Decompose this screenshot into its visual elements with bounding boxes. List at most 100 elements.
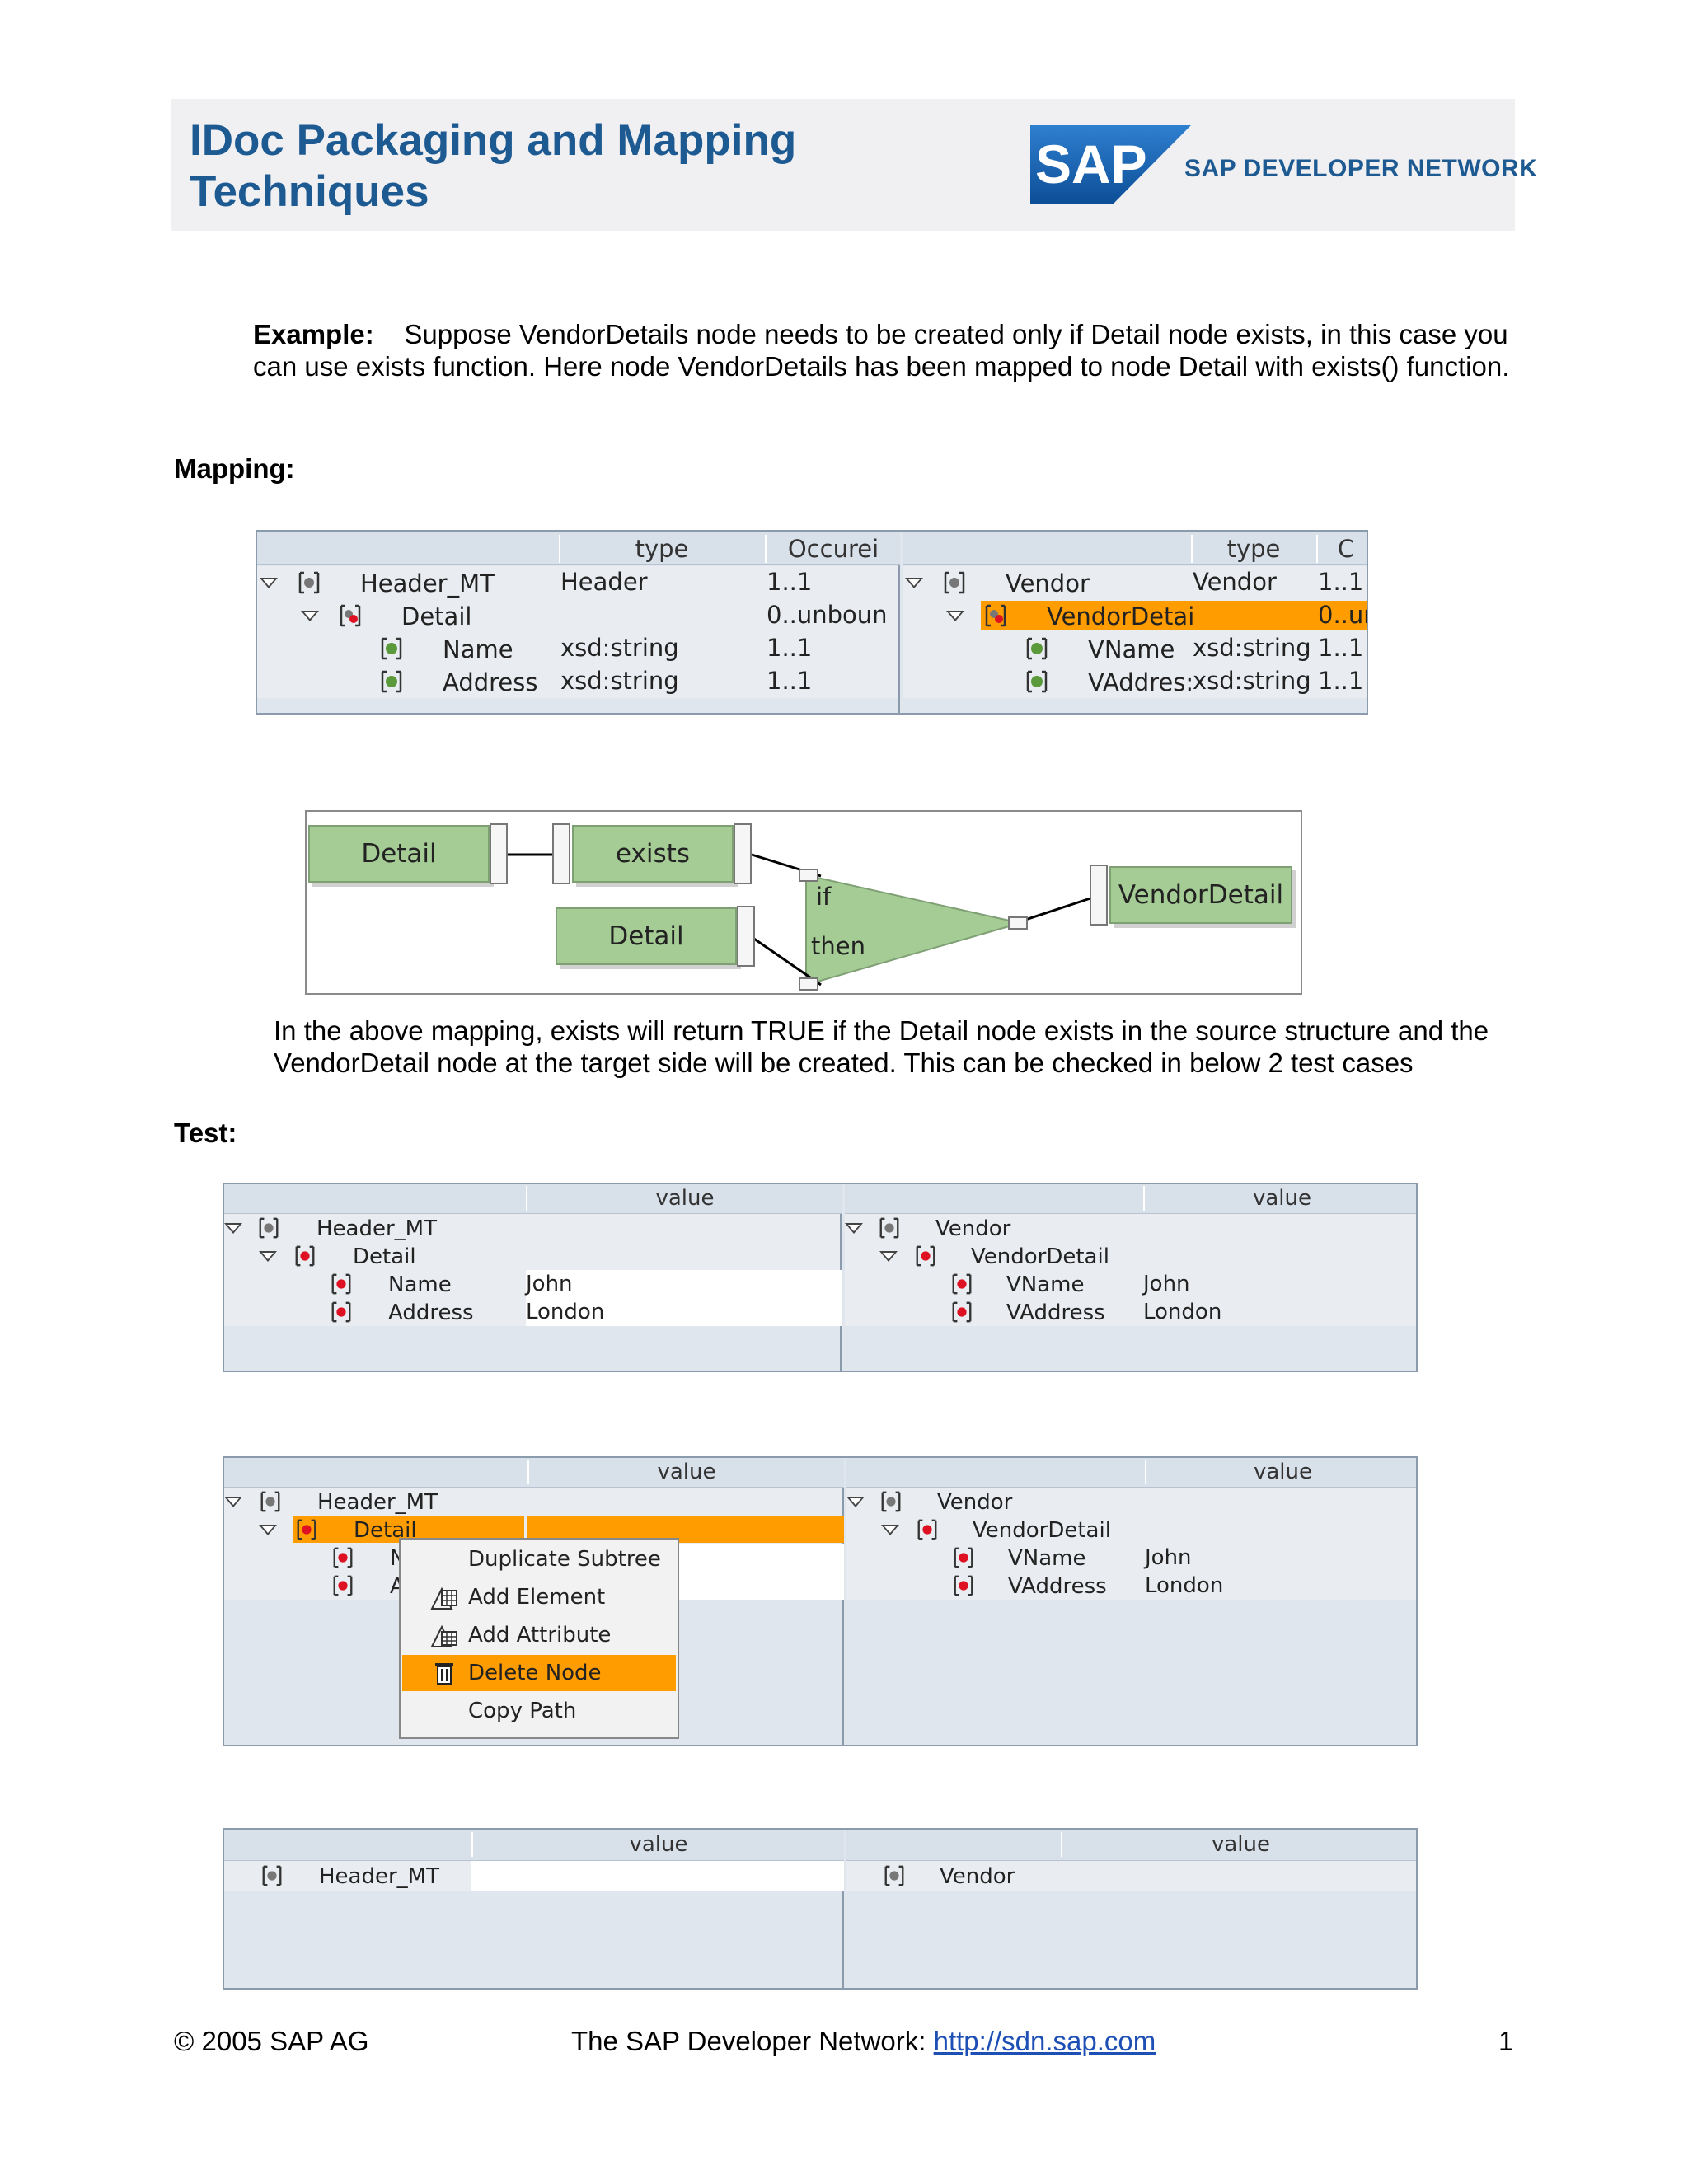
- menu-item-copy-path[interactable]: Copy Path: [401, 1693, 678, 1729]
- output-port[interactable]: [734, 823, 752, 884]
- input-port[interactable]: [1090, 865, 1108, 926]
- tree-row[interactable]: Header_MT: [224, 1861, 844, 1891]
- input-port: [799, 977, 818, 991]
- tree-row[interactable]: VName John: [846, 1544, 1416, 1572]
- mapping-heading: Mapping:: [174, 453, 295, 484]
- test2-target-header: value: [846, 1458, 1416, 1488]
- title-line-1: IDoc Packaging and Mapping: [190, 116, 797, 165]
- expand-icon[interactable]: [259, 1525, 277, 1535]
- node-value: John: [1145, 1545, 1192, 1570]
- node-occurrence: 1..1: [767, 667, 813, 695]
- output-port[interactable]: [490, 823, 508, 884]
- tree-row[interactable]: Address London: [224, 1298, 842, 1326]
- column-header-value: value: [528, 1460, 844, 1484]
- tree-row[interactable]: Header_MT: [224, 1488, 842, 1516]
- menu-item-duplicate-subtree[interactable]: Duplicate Subtree: [401, 1541, 678, 1577]
- add-element-icon: [430, 1586, 457, 1610]
- footer-link[interactable]: http://sdn.sap.com: [934, 2026, 1156, 2056]
- node-label: Vendor: [1006, 569, 1090, 598]
- leaf-icon: [1026, 637, 1048, 660]
- expand-icon[interactable]: [879, 1251, 898, 1262]
- node-occurrence: 1..1: [1318, 634, 1364, 662]
- node-label: VAddress: [1008, 1574, 1107, 1599]
- node-value: John: [1143, 1272, 1190, 1296]
- tree-row[interactable]: Detail: [224, 1242, 840, 1270]
- node-value: London: [1143, 1300, 1222, 1324]
- tree-row[interactable]: VendorDetail: [845, 1242, 1416, 1270]
- expand-icon[interactable]: [259, 1251, 277, 1262]
- tree-row[interactable]: Vendor: [846, 1488, 1416, 1516]
- tree-row-selected[interactable]: VendorDetai 0..ur: [903, 599, 1368, 632]
- footer-network: The SAP Developer Network: http://sdn.sa…: [571, 2026, 1156, 2057]
- leaf-icon: [952, 1273, 972, 1295]
- tree-row[interactable]: Header_MT: [224, 1214, 840, 1242]
- tree-row[interactable]: Header_MT Header 1..1: [257, 566, 898, 599]
- tree-row[interactable]: VendorDetail: [846, 1516, 1416, 1544]
- node-icon: [985, 604, 1006, 627]
- node-occurrence: 0..ur: [1318, 601, 1368, 629]
- title-line-2: Techniques: [190, 167, 429, 216]
- menu-item-delete-node[interactable]: Delete Node: [402, 1655, 676, 1691]
- node-icon: [917, 1519, 937, 1540]
- tree-row[interactable]: Name xsd:string 1..1: [257, 632, 898, 665]
- value-cell[interactable]: [526, 1270, 842, 1298]
- expand-icon[interactable]: [946, 611, 964, 621]
- tree-row[interactable]: VAddress London: [845, 1298, 1416, 1326]
- tree-row[interactable]: VAddress London: [846, 1572, 1416, 1600]
- test-case-1-panel: value Header_MT Detail Name John Address…: [223, 1183, 1418, 1372]
- tree-row[interactable]: VAddres: xsd:string 1..1: [903, 665, 1367, 698]
- value-cell[interactable]: [471, 1861, 844, 1891]
- source-node-detail[interactable]: Detail: [308, 825, 490, 883]
- tree-row[interactable]: Name John: [224, 1270, 842, 1298]
- node-type: Header: [560, 568, 648, 596]
- menu-item-add-element[interactable]: Add Element: [401, 1579, 678, 1615]
- expand-icon[interactable]: [846, 1497, 865, 1507]
- tree-row[interactable]: Address xsd:string 1..1: [257, 665, 898, 698]
- output-port[interactable]: [737, 906, 755, 967]
- tree-row[interactable]: Detail 0..unboun: [257, 599, 898, 632]
- leaf-icon: [954, 1575, 973, 1596]
- tree-row[interactable]: VName John: [845, 1270, 1416, 1298]
- column-header-value: value: [1145, 1460, 1416, 1484]
- tree-row[interactable]: Vendor: [846, 1861, 1416, 1891]
- source-node-detail-2[interactable]: Detail: [556, 907, 737, 965]
- input-port[interactable]: [552, 823, 570, 884]
- node-type: xsd:string: [1193, 667, 1311, 695]
- node-label: Address: [443, 668, 538, 696]
- target-node-vendordetail[interactable]: VendorDetail: [1109, 866, 1292, 924]
- leaf-icon: [1026, 670, 1048, 693]
- output-port: [1008, 916, 1028, 930]
- node-icon: [297, 1519, 316, 1540]
- node-icon: [259, 1217, 279, 1239]
- node-label: Name: [443, 635, 513, 663]
- column-header-value: value: [526, 1186, 842, 1211]
- menu-item-label: Duplicate Subtree: [468, 1547, 661, 1572]
- node-label: Detail: [401, 602, 472, 630]
- node-label: Name: [388, 1272, 452, 1297]
- node-label: VAddres:: [1088, 668, 1194, 696]
- sap-logo: SAP: [1030, 125, 1191, 204]
- input-port: [799, 869, 818, 882]
- node-label: Vendor: [937, 1490, 1013, 1515]
- node-value: John: [526, 1272, 573, 1296]
- leaf-icon: [954, 1547, 973, 1568]
- leaf-icon: [381, 637, 402, 660]
- node-icon: [340, 604, 361, 627]
- tree-row[interactable]: Vendor: [845, 1214, 1416, 1242]
- expand-icon[interactable]: [224, 1497, 242, 1507]
- tree-row[interactable]: Vendor Vendor 1..1: [903, 566, 1367, 599]
- expand-icon[interactable]: [905, 578, 923, 588]
- example-paragraph: Example: Suppose VendorDetails node need…: [253, 318, 1526, 382]
- mapping-structure-panel: type Occurei Header_MT Header 1..1 Detai…: [256, 530, 1368, 715]
- menu-item-add-attribute[interactable]: Add Attribute: [401, 1617, 678, 1653]
- exists-function[interactable]: exists: [572, 825, 734, 883]
- tree-row[interactable]: VName xsd:string 1..1: [903, 632, 1367, 665]
- expand-icon[interactable]: [260, 578, 278, 588]
- expand-icon[interactable]: [224, 1223, 242, 1234]
- expand-icon[interactable]: [845, 1223, 863, 1234]
- target-structure: type C Vendor Vendor 1..1 VendorDetai 0.…: [903, 532, 1368, 713]
- test3-source-header: value: [224, 1830, 844, 1861]
- expand-icon[interactable]: [881, 1525, 899, 1535]
- leaf-icon: [333, 1547, 353, 1568]
- expand-icon[interactable]: [301, 611, 319, 621]
